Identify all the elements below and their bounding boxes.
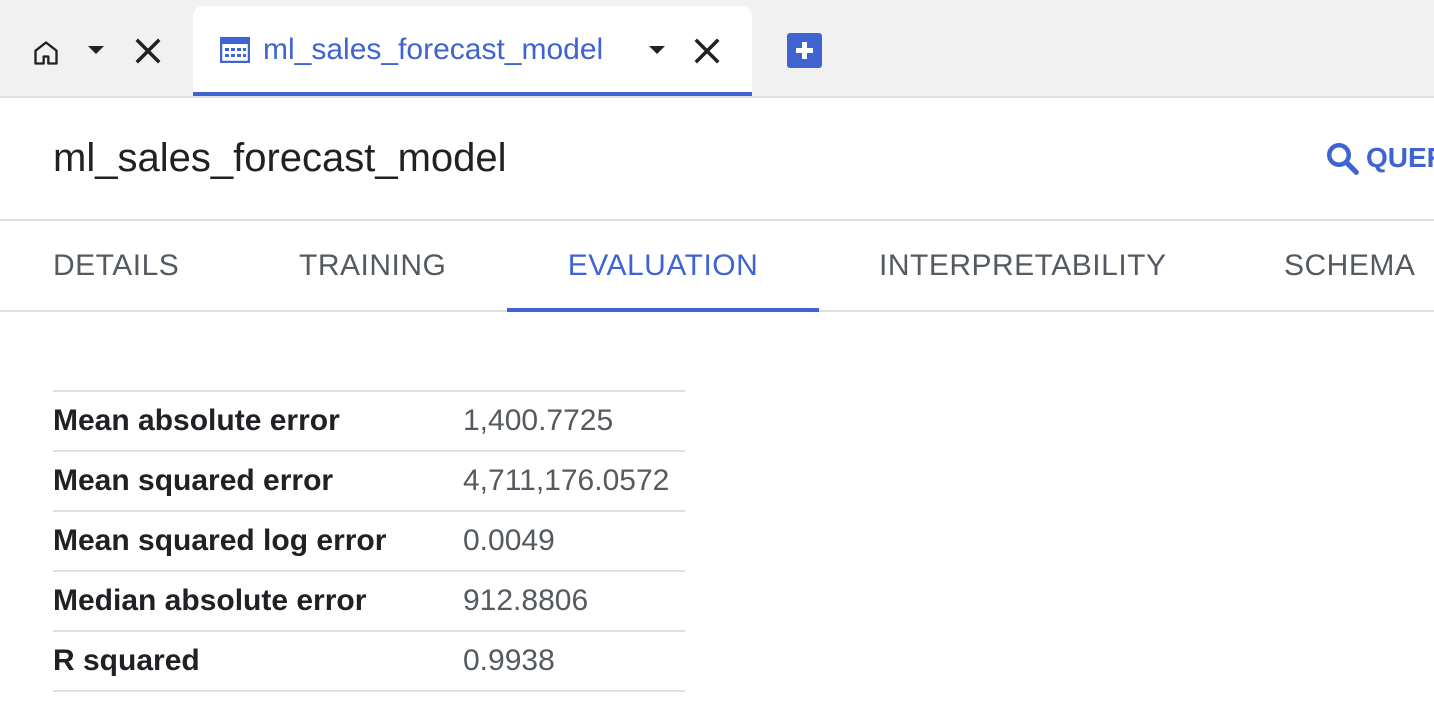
tab-details[interactable]: DETAILS bbox=[53, 221, 179, 310]
home-icon bbox=[34, 41, 58, 65]
tab-interpretability[interactable]: INTERPRETABILITY bbox=[879, 221, 1167, 310]
query-button-label: QUERY bbox=[1366, 142, 1434, 173]
metric-name: Median absolute error bbox=[53, 584, 367, 617]
table-row: Mean absolute error 1,400.7725 bbox=[53, 391, 685, 451]
table-row: Mean squared log error 0.0049 bbox=[53, 511, 685, 571]
home-tab-close-icon[interactable] bbox=[133, 36, 163, 66]
home-tab-dropdown-icon[interactable] bbox=[88, 46, 104, 54]
metric-value: 912.8806 bbox=[463, 584, 589, 617]
page-header: ml_sales_forecast_model QUERY bbox=[0, 98, 1434, 221]
metric-value: 0.9938 bbox=[463, 644, 555, 677]
tab-schema[interactable]: SCHEMA bbox=[1284, 221, 1415, 310]
table-row: R squared 0.9938 bbox=[53, 631, 685, 691]
search-icon bbox=[1327, 143, 1359, 175]
model-tab[interactable]: ml_sales_forecast_model bbox=[193, 6, 752, 96]
table-row: Median absolute error 912.8806 bbox=[53, 571, 685, 631]
metric-value: 4,711,176.0572 bbox=[463, 464, 670, 497]
metric-name: R squared bbox=[53, 644, 200, 677]
home-tab[interactable] bbox=[0, 6, 190, 96]
metric-name: Mean squared error bbox=[53, 464, 334, 497]
tab-training[interactable]: TRAINING bbox=[299, 221, 446, 310]
model-tab-dropdown-icon[interactable] bbox=[649, 46, 665, 54]
model-tab-label: ml_sales_forecast_model bbox=[263, 33, 604, 66]
model-tabs: DETAILS TRAINING EVALUATION INTERPRETABI… bbox=[0, 221, 1434, 312]
metric-name: Mean absolute error bbox=[53, 404, 340, 437]
tab-strip: ml_sales_forecast_model bbox=[0, 0, 1434, 98]
table-row: Mean squared error 4,711,176.0572 bbox=[53, 451, 685, 511]
evaluation-metrics-table: Mean absolute error 1,400.7725 Mean squa… bbox=[53, 390, 685, 692]
tab-evaluation[interactable]: EVALUATION bbox=[507, 221, 819, 312]
query-button[interactable]: QUERY bbox=[1324, 138, 1434, 178]
model-tab-close-icon[interactable] bbox=[692, 36, 722, 66]
page-title: ml_sales_forecast_model bbox=[53, 136, 507, 180]
metric-name: Mean squared log error bbox=[53, 524, 387, 557]
table-icon bbox=[220, 37, 250, 63]
metric-value: 0.0049 bbox=[463, 524, 555, 557]
metric-value: 1,400.7725 bbox=[463, 404, 614, 437]
new-tab-button[interactable] bbox=[787, 33, 822, 68]
